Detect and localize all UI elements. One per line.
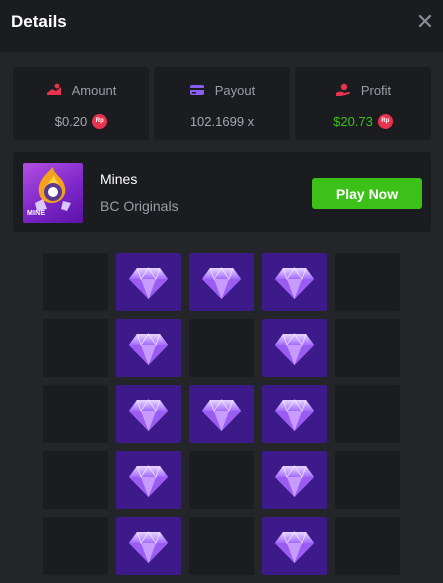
board-tile-gem (116, 517, 181, 575)
board-tile-empty (43, 517, 108, 575)
stat-profit: Profit $20.73 Rp (295, 67, 431, 140)
details-modal: Details ✕ Amount $0.20 Rp Payout 102.169… (0, 0, 443, 583)
bet-stats: Amount $0.20 Rp Payout 102.1699 x Profit… (13, 67, 431, 140)
board-tile-empty (43, 451, 108, 509)
gem-icon (275, 267, 314, 299)
board-tile-empty (189, 517, 254, 575)
stat-value: $0.20 (54, 113, 88, 129)
stat-label: Profit (360, 82, 392, 98)
board-tile-empty (43, 253, 108, 311)
gem-icon (275, 531, 314, 563)
board-tile-gem (116, 319, 181, 377)
board-tile-empty (335, 385, 400, 443)
game-name[interactable]: Mines (100, 171, 137, 187)
stat-value: 102.1699 x (189, 113, 255, 129)
board-tile-gem (262, 451, 327, 509)
gem-icon (275, 399, 314, 431)
stat-label: Payout (214, 82, 256, 98)
currency-badge: Rp (377, 113, 393, 129)
gem-icon (275, 465, 314, 497)
close-icon[interactable]: ✕ (414, 11, 436, 33)
stat-value: $20.73 (333, 113, 373, 129)
currency-badge: Rp (92, 113, 108, 129)
board-tile-gem (116, 253, 181, 311)
board-tile-gem (116, 385, 181, 443)
board-tile-gem (262, 319, 327, 377)
board-tile-gem (262, 385, 327, 443)
stat-amount: Amount $0.20 Rp (13, 67, 149, 140)
gem-icon (129, 465, 168, 497)
game-provider: BC Originals (100, 198, 179, 214)
board-tile-empty (43, 319, 108, 377)
board-tile-empty (335, 319, 400, 377)
mines-board (43, 253, 401, 583)
board-tile-gem (262, 253, 327, 311)
stat-label: Amount (71, 82, 117, 98)
gem-icon (129, 267, 168, 299)
stat-payout: Payout 102.1699 x (154, 67, 290, 140)
thumbnail-label: MINE (27, 210, 46, 217)
gem-icon (129, 531, 168, 563)
game-card: MINE Mines BC Originals Play Now (13, 152, 431, 232)
board-tile-empty (189, 319, 254, 377)
gem-icon (202, 267, 241, 299)
amount-icon (46, 82, 62, 98)
gem-icon (275, 333, 314, 365)
modal-header: Details ✕ (0, 0, 443, 52)
board-tile-gem (116, 451, 181, 509)
profit-icon (335, 82, 351, 98)
board-tile-gem (262, 517, 327, 575)
game-thumbnail[interactable]: MINE (23, 163, 83, 223)
board-tile-gem (189, 253, 254, 311)
gem-icon (202, 399, 241, 431)
board-tile-empty (335, 517, 400, 575)
board-tile-gem (189, 385, 254, 443)
gem-icon (129, 333, 168, 365)
payout-icon (189, 82, 205, 98)
board-tile-empty (43, 385, 108, 443)
modal-title: Details (11, 12, 67, 31)
board-tile-empty (335, 451, 400, 509)
board-tile-empty (189, 451, 254, 509)
gem-icon (129, 399, 168, 431)
board-tile-empty (335, 253, 400, 311)
play-now-button[interactable]: Play Now (312, 178, 422, 209)
